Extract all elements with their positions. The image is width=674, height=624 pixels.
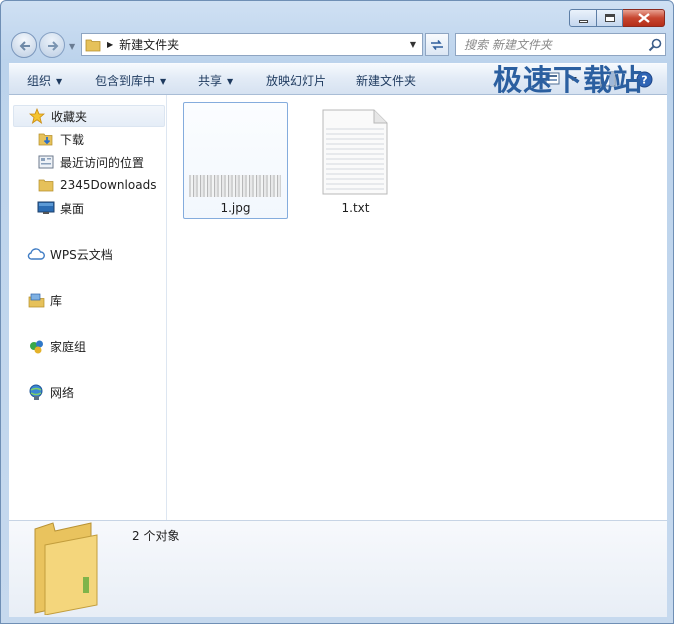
sidebar-item-label: 家庭组 bbox=[50, 339, 87, 354]
text-file-icon bbox=[322, 109, 388, 195]
folder-icon bbox=[85, 39, 101, 51]
maximize-icon bbox=[604, 14, 615, 22]
homegroup-icon bbox=[27, 338, 45, 354]
download-folder-icon bbox=[37, 131, 55, 147]
address-dropdown[interactable]: ▼ bbox=[404, 40, 422, 49]
navigation-pane: 收藏夹 下载 最近访问的位置 2345Downloads 桌面 WPS云文档 库 bbox=[9, 95, 167, 520]
refresh-icon bbox=[431, 39, 443, 50]
refresh-button[interactable] bbox=[425, 33, 449, 56]
search-box[interactable] bbox=[455, 33, 666, 56]
forward-button[interactable] bbox=[39, 32, 65, 58]
file-name: 1.txt bbox=[341, 201, 370, 215]
close-button[interactable] bbox=[623, 9, 665, 27]
recent-places-icon bbox=[37, 154, 55, 170]
library-icon bbox=[27, 292, 45, 308]
include-in-library-label: 包含到库中 bbox=[95, 74, 156, 88]
slideshow-button[interactable]: 放映幻灯片 bbox=[266, 72, 326, 89]
watermark-logo: 极速下载站 bbox=[493, 63, 644, 97]
organize-button[interactable]: 组织 ▼ bbox=[27, 72, 62, 89]
sidebar-item-network[interactable]: 网络 bbox=[27, 381, 74, 403]
share-label: 共享 bbox=[198, 74, 223, 88]
sidebar-item-label: 桌面 bbox=[60, 201, 85, 216]
sidebar-item-label: 收藏夹 bbox=[51, 109, 88, 124]
sidebar-item-label: 下载 bbox=[60, 132, 85, 147]
navigation-buttons: ▼ bbox=[11, 32, 79, 58]
sidebar-item-favorites[interactable]: 收藏夹 bbox=[13, 105, 165, 127]
organize-label: 组织 bbox=[27, 74, 52, 88]
forward-icon bbox=[48, 41, 59, 51]
details-pane: 2 个对象 bbox=[9, 520, 667, 617]
sidebar-item-desktop[interactable]: 桌面 bbox=[37, 197, 84, 219]
network-icon bbox=[27, 384, 45, 400]
image-thumbnail bbox=[189, 175, 281, 197]
sidebar-item-wps-cloud[interactable]: WPS云文档 bbox=[27, 243, 113, 265]
desktop-icon bbox=[37, 200, 55, 216]
back-icon bbox=[19, 41, 30, 51]
minimize-button[interactable] bbox=[569, 9, 597, 27]
sidebar-item-downloads[interactable]: 下载 bbox=[37, 128, 84, 150]
address-bar[interactable]: ▶ 新建文件夹 ▼ bbox=[81, 33, 423, 56]
sidebar-item-label: WPS云文档 bbox=[50, 247, 113, 262]
file-item-jpg[interactable]: 1.jpg bbox=[183, 102, 288, 219]
sidebar-item-2345downloads[interactable]: 2345Downloads bbox=[37, 174, 156, 196]
chevron-down-icon: ▼ bbox=[56, 77, 63, 86]
item-count: 2 个对象 bbox=[132, 529, 180, 543]
search-input[interactable] bbox=[464, 37, 645, 52]
file-name: 1.jpg bbox=[220, 201, 251, 215]
chevron-down-icon: ▼ bbox=[227, 77, 234, 86]
maximize-button[interactable] bbox=[597, 9, 623, 27]
file-list: 1.jpg 1.txt bbox=[167, 95, 667, 520]
close-icon bbox=[637, 13, 650, 23]
star-icon bbox=[28, 108, 46, 124]
sidebar-item-homegroup[interactable]: 家庭组 bbox=[27, 335, 86, 357]
caption-buttons bbox=[569, 9, 665, 27]
sidebar-item-libraries[interactable]: 库 bbox=[27, 289, 62, 311]
share-button[interactable]: 共享 ▼ bbox=[198, 72, 233, 89]
file-item-txt[interactable]: 1.txt bbox=[303, 102, 408, 219]
cloud-icon bbox=[27, 246, 45, 262]
breadcrumb-arrow-icon[interactable]: ▶ bbox=[107, 40, 113, 49]
sidebar-item-recent-places[interactable]: 最近访问的位置 bbox=[37, 151, 144, 173]
address-path[interactable]: 新建文件夹 bbox=[119, 36, 404, 53]
search-icon[interactable] bbox=[645, 35, 665, 55]
chevron-down-icon: ▼ bbox=[160, 77, 167, 86]
new-folder-button[interactable]: 新建文件夹 bbox=[356, 72, 416, 89]
sidebar-item-label: 2345Downloads bbox=[60, 178, 157, 192]
recent-pages-dropdown[interactable]: ▼ bbox=[69, 42, 75, 51]
explorer-window: ▼ ▶ 新建文件夹 ▼ 组织▼ 包含到库中▼ 共享▼ 放映幻灯片 新建文件夹 ? bbox=[0, 0, 674, 624]
large-folder-icon bbox=[34, 522, 98, 615]
back-button[interactable] bbox=[11, 32, 37, 58]
sidebar-item-label: 网络 bbox=[50, 385, 75, 400]
sidebar-item-label: 库 bbox=[50, 293, 63, 308]
include-in-library-button[interactable]: 包含到库中 ▼ bbox=[95, 72, 166, 89]
sidebar-item-label: 最近访问的位置 bbox=[60, 155, 145, 170]
minimize-icon bbox=[578, 19, 588, 23]
folder-icon bbox=[37, 177, 55, 193]
